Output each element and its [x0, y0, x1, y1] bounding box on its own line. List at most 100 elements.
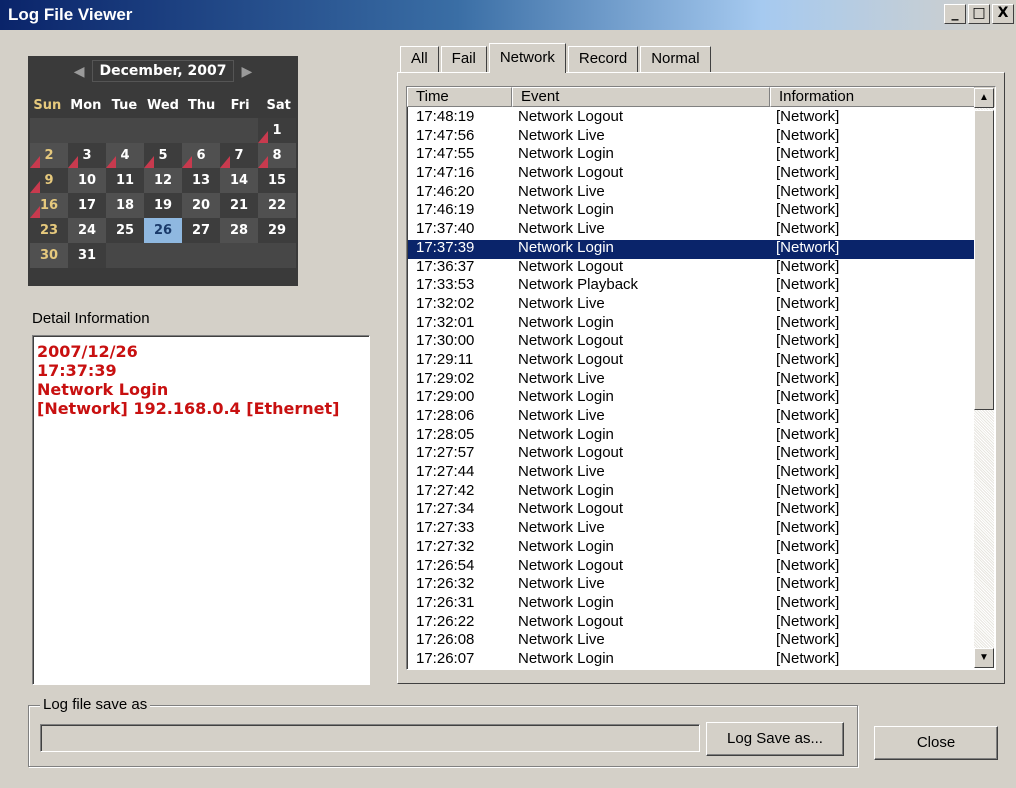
- table-row[interactable]: 17:47:56 Network Live [Network]: [408, 127, 974, 147]
- calendar-day[interactable]: 10: [68, 168, 106, 193]
- cell-information: [Network]: [776, 276, 840, 294]
- calendar-day[interactable]: 21: [220, 193, 258, 218]
- maximize-button[interactable]: □: [968, 4, 990, 24]
- table-row[interactable]: 17:29:02 Network Live [Network]: [408, 370, 974, 390]
- tab-fail[interactable]: Fail: [440, 46, 487, 72]
- table-row[interactable]: 17:27:57 Network Logout [Network]: [408, 445, 974, 464]
- calendar-day[interactable]: 4: [106, 143, 144, 168]
- column-header-event[interactable]: Event: [512, 87, 770, 107]
- table-row[interactable]: 17:48:19 Network Logout [Network]: [408, 109, 974, 128]
- table-row[interactable]: 17:47:16 Network Logout [Network]: [408, 165, 974, 184]
- tab-normal[interactable]: Normal: [640, 46, 711, 72]
- calendar-day[interactable]: 22: [258, 193, 296, 218]
- tab-record[interactable]: Record: [567, 46, 639, 72]
- minimize-button[interactable]: _: [944, 4, 966, 24]
- table-row[interactable]: 17:26:08 Network Live [Network]: [408, 632, 974, 651]
- calendar-day[interactable]: 16: [30, 193, 68, 218]
- log-list[interactable]: Time Event Information 17:48:19 Network L…: [406, 86, 996, 670]
- table-row[interactable]: 17:37:39 Network Login [Network]: [408, 239, 974, 259]
- table-row[interactable]: 17:26:07 Network Login [Network]: [408, 649, 974, 669]
- table-row[interactable]: 17:32:01 Network Login [Network]: [408, 314, 974, 334]
- calendar-day[interactable]: 30: [30, 243, 68, 268]
- calendar-day[interactable]: 19: [144, 193, 182, 218]
- cell-event: Network Logout: [518, 332, 624, 350]
- vertical-scrollbar[interactable]: ▲ ▼: [974, 88, 994, 668]
- detail-line: 17:37:39: [37, 361, 117, 380]
- close-button[interactable]: Close: [874, 726, 998, 760]
- calendar-day[interactable]: 2: [30, 143, 68, 168]
- table-row[interactable]: 17:27:32 Network Login [Network]: [408, 537, 974, 558]
- table-row[interactable]: 17:28:06 Network Live [Network]: [408, 408, 974, 427]
- calendar-day[interactable]: 13: [182, 168, 220, 193]
- calendar-day[interactable]: 5: [144, 143, 182, 168]
- calendar-day[interactable]: 23: [30, 218, 68, 243]
- table-row[interactable]: 17:36:37 Network Logout [Network]: [408, 257, 974, 278]
- cell-event: Network Live: [518, 519, 605, 537]
- calendar-day[interactable]: 11: [106, 168, 144, 193]
- calendar-day[interactable]: 26: [144, 218, 182, 243]
- table-row[interactable]: 17:46:20 Network Live [Network]: [408, 183, 974, 203]
- table-row[interactable]: 17:29:11 Network Logout [Network]: [408, 352, 974, 371]
- table-row[interactable]: 17:46:19 Network Login [Network]: [408, 202, 974, 221]
- cell-event: Network Login: [518, 537, 614, 555]
- calendar-day[interactable]: 18: [106, 193, 144, 218]
- tab-network[interactable]: Network: [488, 43, 566, 73]
- table-row[interactable]: 17:26:31 Network Login [Network]: [408, 595, 974, 614]
- scroll-thumb[interactable]: [974, 110, 994, 410]
- calendar-day[interactable]: 6: [182, 143, 220, 168]
- column-header-information[interactable]: Information: [770, 87, 975, 107]
- table-row[interactable]: 17:26:32 Network Live [Network]: [408, 576, 974, 595]
- table-row[interactable]: 17:33:53 Network Playback [Network]: [408, 277, 974, 296]
- table-row[interactable]: 17:47:55 Network Login [Network]: [408, 146, 974, 165]
- close-window-button[interactable]: X: [992, 4, 1014, 24]
- calendar-day[interactable]: 8: [258, 143, 296, 168]
- calendar-day[interactable]: 27: [182, 218, 220, 243]
- table-row[interactable]: 17:30:00 Network Logout [Network]: [408, 333, 974, 352]
- cell-information: [Network]: [776, 257, 840, 275]
- save-path-field[interactable]: [40, 724, 700, 752]
- calendar-day[interactable]: 3: [68, 143, 106, 168]
- cell-information: [Network]: [776, 388, 840, 406]
- calendar-day[interactable]: 17: [68, 193, 106, 218]
- table-row[interactable]: 17:29:00 Network Login [Network]: [408, 389, 974, 408]
- calendar-day[interactable]: 9: [30, 168, 68, 193]
- scroll-down-button[interactable]: ▼: [974, 648, 994, 668]
- table-row[interactable]: 17:27:34 Network Logout [Network]: [408, 501, 974, 520]
- table-row[interactable]: 17:32:02 Network Live [Network]: [408, 296, 974, 315]
- next-month-icon[interactable]: ▶: [242, 63, 253, 80]
- tab-all[interactable]: All: [400, 46, 439, 72]
- cell-time: 17:28:06: [416, 407, 475, 424]
- calendar-day[interactable]: 1: [258, 118, 296, 143]
- log-save-as-button[interactable]: Log Save as...: [706, 722, 844, 756]
- table-row[interactable]: 17:27:42 Network Login [Network]: [408, 482, 974, 502]
- calendar-day[interactable]: 28: [220, 218, 258, 243]
- cell-event: Network Logout: [518, 257, 624, 275]
- calendar-day[interactable]: 20: [182, 193, 220, 218]
- weekday-label: Wed: [146, 97, 179, 113]
- cell-time: 17:29:00: [416, 388, 475, 406]
- table-row[interactable]: 17:26:54 Network Logout [Network]: [408, 557, 974, 577]
- table-row[interactable]: 17:26:22 Network Logout [Network]: [408, 613, 974, 633]
- cell-event: Network Playback: [518, 276, 639, 294]
- calendar-day[interactable]: 29: [258, 218, 296, 243]
- cell-time: 17:26:07: [416, 649, 475, 667]
- table-row[interactable]: 17:27:44 Network Live [Network]: [408, 464, 974, 483]
- calendar-empty-cell: [30, 118, 68, 143]
- calendar-day[interactable]: 31: [68, 243, 106, 268]
- scroll-up-button[interactable]: ▲: [974, 88, 994, 108]
- table-row[interactable]: 17:37:40 Network Live [Network]: [408, 221, 974, 240]
- calendar-empty-cell: [106, 118, 144, 143]
- prev-month-icon[interactable]: ◀: [74, 63, 85, 80]
- calendar-day[interactable]: 15: [258, 168, 296, 193]
- calendar-day[interactable]: 7: [220, 143, 258, 168]
- cell-event: Network Login: [518, 649, 614, 667]
- calendar-day[interactable]: 25: [106, 218, 144, 243]
- weekday-label: Tue: [111, 97, 138, 113]
- column-header-time[interactable]: Time: [407, 87, 512, 107]
- calendar-day[interactable]: 14: [220, 168, 258, 193]
- cell-event: Network Login: [518, 425, 614, 443]
- calendar-day[interactable]: 24: [68, 218, 106, 243]
- calendar-day[interactable]: 12: [144, 168, 182, 193]
- table-row[interactable]: 17:28:05 Network Login [Network]: [408, 425, 974, 446]
- table-row[interactable]: 17:27:33 Network Live [Network]: [408, 520, 974, 539]
